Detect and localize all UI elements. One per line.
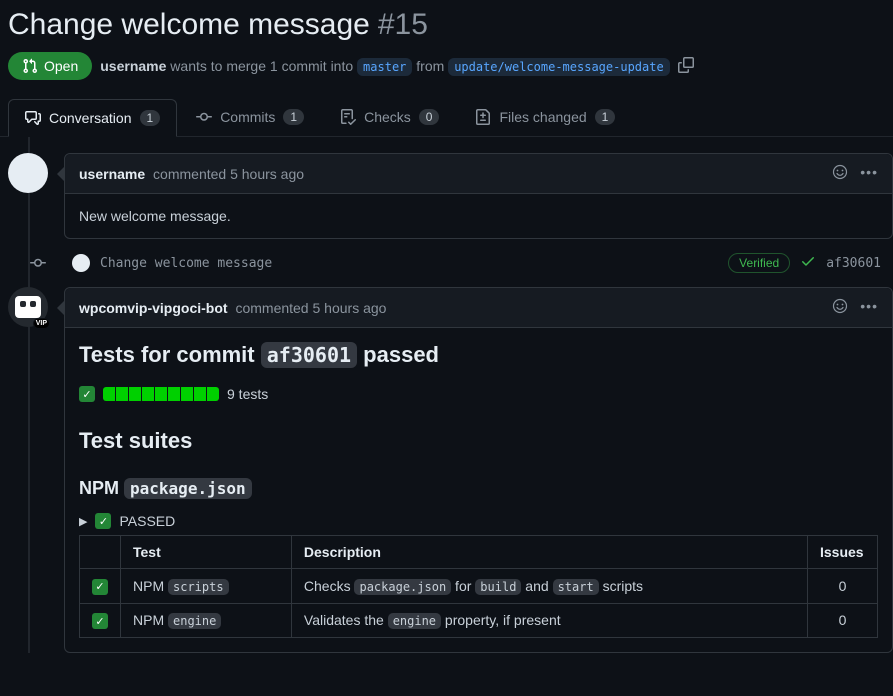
git-commit-icon	[30, 255, 46, 271]
tab-checks[interactable]: Checks 0	[323, 98, 456, 136]
checkmark-icon: ✓	[79, 386, 95, 402]
table-row: ✓ NPM engineValidates the engine property…	[80, 603, 878, 638]
progress-bar	[103, 387, 219, 401]
pr-tabs: Conversation 1 Commits 1 Checks 0 Files …	[0, 98, 893, 137]
checkmark-icon: ✓	[92, 613, 108, 629]
tests-count: 9 tests	[227, 386, 268, 402]
copy-icon[interactable]	[678, 57, 694, 76]
check-icon	[800, 253, 816, 273]
tests-heading: Tests for commit af30601 passed	[79, 342, 878, 368]
col-issues: Issues	[808, 536, 878, 569]
suite-title: NPM package.json	[79, 478, 878, 499]
file-diff-icon	[475, 109, 491, 125]
checklist-icon	[340, 109, 356, 125]
comment: username commented 5 hours ago ••• New w…	[64, 153, 893, 239]
test-description: Validates the engine property, if presen…	[291, 603, 807, 638]
comment: wpcomvip-vipgoci-bot commented 5 hours a…	[64, 287, 893, 653]
test-issues: 0	[808, 569, 878, 604]
pr-title: Change welcome message	[8, 8, 370, 42]
comment-body: New welcome message.	[65, 194, 892, 238]
status-open-pill: Open	[8, 52, 92, 80]
emoji-react-icon[interactable]	[832, 164, 848, 183]
comment-author[interactable]: wpcomvip-vipgoci-bot	[79, 300, 228, 316]
test-description: Checks package.json for build and start …	[291, 569, 807, 604]
tab-commits[interactable]: Commits 1	[179, 98, 321, 136]
test-name: NPM scripts	[121, 569, 292, 604]
table-row: ✓ NPM scriptsChecks package.json for buil…	[80, 569, 878, 604]
base-branch[interactable]: master	[357, 58, 412, 76]
comment-author[interactable]: username	[79, 166, 145, 182]
git-commit-icon	[196, 109, 212, 125]
tests-table: Test Description Issues ✓ NPM scriptsChec…	[79, 535, 878, 638]
emoji-react-icon[interactable]	[832, 298, 848, 317]
test-issues: 0	[808, 603, 878, 638]
test-name: NPM engine	[121, 603, 292, 638]
author-link[interactable]: username	[100, 58, 166, 74]
avatar[interactable]	[8, 153, 48, 193]
suite-toggle[interactable]: ▶ ✓ PASSED	[79, 513, 878, 529]
commit-event: Change welcome message Verified af30601	[8, 239, 893, 287]
checkmark-icon: ✓	[95, 513, 111, 529]
tests-progress: ✓ 9 tests	[79, 386, 878, 402]
comment-discussion-icon	[25, 110, 41, 126]
kebab-menu-icon[interactable]: •••	[860, 164, 878, 183]
passed-label: PASSED	[119, 513, 175, 529]
commit-message[interactable]: Change welcome message	[100, 256, 718, 271]
col-test: Test	[121, 536, 292, 569]
comment-time: commented 5 hours ago	[235, 300, 386, 316]
pr-number: #15	[378, 8, 428, 42]
caret-right-icon: ▶	[79, 515, 87, 528]
commit-sha[interactable]: af30601	[826, 256, 881, 271]
kebab-menu-icon[interactable]: •••	[860, 298, 878, 317]
col-description: Description	[291, 536, 807, 569]
merge-description: username wants to merge 1 commit into ma…	[100, 58, 669, 74]
git-pull-request-icon	[22, 58, 38, 74]
checkmark-icon: ✓	[92, 579, 108, 595]
test-suites-heading: Test suites	[79, 428, 878, 454]
commit-avatar[interactable]	[72, 254, 90, 272]
tab-files[interactable]: Files changed 1	[458, 98, 632, 136]
verified-badge[interactable]: Verified	[728, 253, 790, 273]
files-count: 1	[595, 109, 616, 125]
comment-time: commented 5 hours ago	[153, 166, 304, 182]
head-branch[interactable]: update/welcome-message-update	[448, 58, 670, 76]
commits-count: 1	[283, 109, 304, 125]
checks-count: 0	[419, 109, 440, 125]
bot-avatar[interactable]: VIP	[8, 287, 48, 327]
conversation-count: 1	[140, 110, 161, 126]
tab-conversation[interactable]: Conversation 1	[8, 99, 177, 137]
status-label: Open	[44, 58, 78, 74]
